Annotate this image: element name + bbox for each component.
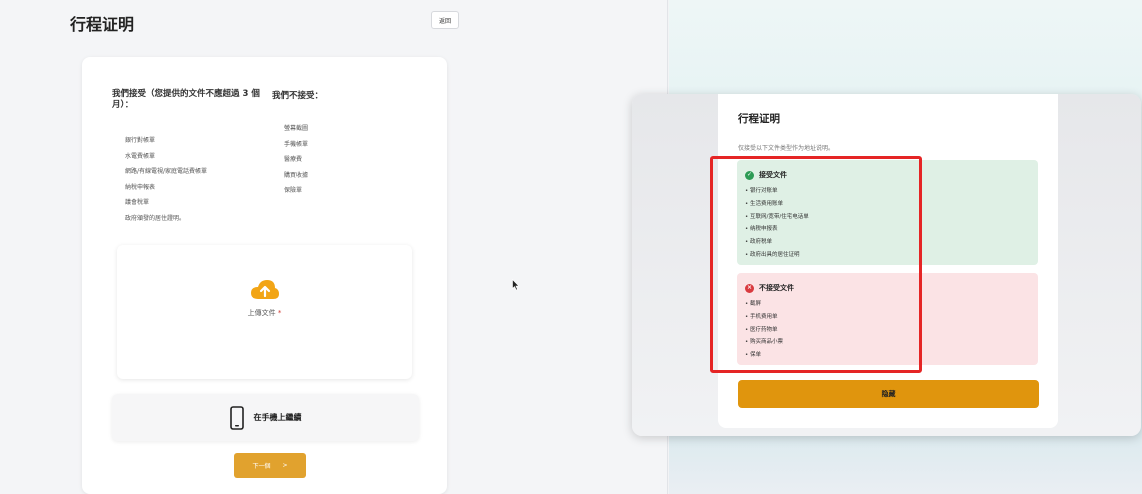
- left-page: 行程证明 返回 我們接受（您提供的文件不應超過 3 個月）： 我們不接受： 銀行…: [0, 0, 668, 494]
- accepted-document-item: 議會稅單: [125, 199, 150, 206]
- highlight-box: [710, 156, 922, 373]
- hide-button[interactable]: 隐藏: [738, 380, 1039, 408]
- accepted-document-item: 網路/有線電視/家庭電話費帳單: [125, 168, 208, 175]
- continue-on-mobile-label: 在手機上繼續: [253, 413, 302, 422]
- accepted-documents-heading: 我們接受（您提供的文件不應超過 3 個月）：: [112, 89, 260, 110]
- rejected-document-item: 保險單: [284, 187, 303, 194]
- mobile-phone-icon: [229, 405, 244, 430]
- upload-label: 上傳文件 *: [117, 308, 412, 318]
- mouse-pointer-icon: [512, 279, 520, 291]
- rejected-document-item: 手機帳單: [284, 140, 309, 148]
- accepted-document-item: 納稅申報表: [125, 183, 156, 191]
- page-title: 行程证明: [70, 15, 135, 34]
- document-card: 我們接受（您提供的文件不應超過 3 個月）： 我們不接受： 銀行對帳單 水電費帳…: [82, 57, 447, 494]
- accepted-document-item: 銀行對帳單: [125, 137, 156, 144]
- back-button[interactable]: 返回: [431, 11, 459, 29]
- upload-label-text: 上傳文件: [247, 309, 276, 317]
- rejected-document-item: 醫療費: [284, 156, 303, 163]
- upload-dropzone[interactable]: 上傳文件 *: [117, 245, 412, 379]
- accepted-document-item: 政府頒發的居住證明。: [125, 214, 186, 222]
- rejected-document-item: 螢幕截圖: [284, 125, 309, 132]
- accepted-document-item: 水電費帳單: [125, 152, 156, 160]
- modal-title: 行程证明: [738, 113, 780, 125]
- next-button-label: 下一個: [252, 463, 271, 470]
- document-info-modal: 行程证明 仅接受以下文件类型作为地址说明。 ✓ 接受文件 • 银行对账单 • 生…: [632, 94, 1141, 436]
- rejected-document-item: 購買收據: [284, 171, 309, 179]
- rejected-documents-heading: 我們不接受：: [272, 91, 324, 101]
- chevron-right-icon: >: [282, 462, 288, 469]
- cloud-upload-icon: [251, 280, 279, 299]
- required-mark: *: [277, 309, 282, 317]
- accepted-documents-list: 銀行對帳單 水電費帳單 網路/有線電視/家庭電話費帳單 納稅申報表 議會稅單 政…: [125, 133, 207, 226]
- continue-on-mobile-button[interactable]: 在手機上繼續: [112, 394, 419, 441]
- rejected-documents-list: 螢幕截圖 手機帳單 醫療費 購買收據 保險單: [284, 121, 308, 199]
- modal-description: 仅接受以下文件类型作为地址说明。: [738, 145, 835, 152]
- next-button[interactable]: 下一個 >: [234, 453, 306, 478]
